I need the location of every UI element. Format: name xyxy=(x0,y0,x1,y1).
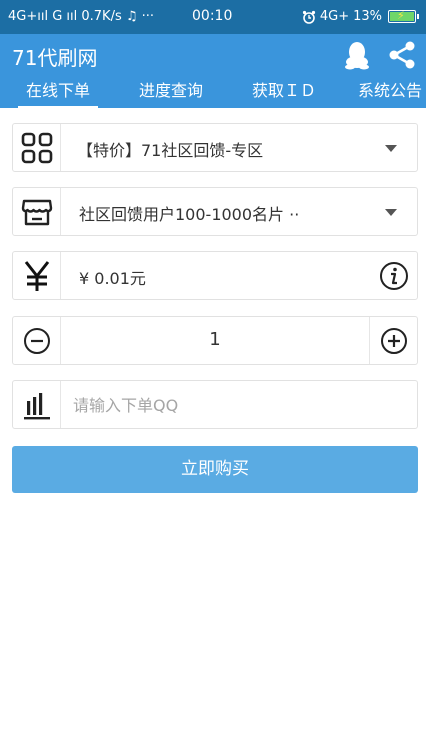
tab-order-online[interactable]: 在线下单 xyxy=(17,77,99,109)
yen-icon xyxy=(13,252,61,299)
quantity-value[interactable]: 1 xyxy=(61,329,369,350)
qq-field xyxy=(12,380,418,429)
share-icon[interactable] xyxy=(388,40,416,70)
qq-penguin-icon[interactable] xyxy=(344,40,370,70)
app-bar: 71代刷网 在线下单 进度查询 获取ＩＤ 系统公告 xyxy=(0,34,426,109)
battery-icon: ⚡ xyxy=(388,9,419,23)
app-title: 71代刷网 xyxy=(12,46,98,70)
battery-percent: 13% xyxy=(353,9,382,24)
status-right-indicators: 4G+ 13% ⚡ xyxy=(302,9,419,24)
product-select[interactable]: 社区回馈用户100-1000名片 ·· xyxy=(12,187,418,236)
quantity-stepper: 1 xyxy=(12,316,418,365)
increase-button[interactable] xyxy=(369,317,417,364)
store-icon xyxy=(13,188,61,235)
minus-circle-icon xyxy=(23,327,50,354)
qq-input[interactable] xyxy=(73,389,403,421)
tab-get-id[interactable]: 获取ＩＤ xyxy=(252,77,316,101)
info-icon[interactable] xyxy=(379,261,409,291)
bar-chart-icon xyxy=(13,381,61,428)
price-field: ¥ 0.01元 xyxy=(12,251,418,300)
buy-now-button[interactable]: 立即购买 xyxy=(12,446,418,493)
tab-system-notice[interactable]: 系统公告 xyxy=(358,77,422,101)
status-bar: 4G+ııl G ııl 0.7K/s ♫ ··· 00:10 4G+ 13% … xyxy=(0,0,426,34)
tab-bar: 在线下单 进度查询 获取ＩＤ 系统公告 xyxy=(0,72,426,109)
chevron-down-icon xyxy=(385,145,397,152)
status-time: 00:10 xyxy=(192,8,233,24)
category-select[interactable]: 【特价】71社区回馈-专区 xyxy=(12,123,418,172)
tab-progress-query[interactable]: 进度查询 xyxy=(139,77,203,101)
plus-circle-icon xyxy=(380,327,407,354)
category-value: 【特价】71社区回馈-专区 xyxy=(77,141,264,160)
alarm-icon xyxy=(302,10,315,24)
chevron-down-icon xyxy=(385,209,397,216)
status-left-indicators: 4G+ııl G ııl 0.7K/s ♫ ··· xyxy=(8,9,155,24)
grid-icon xyxy=(13,124,61,171)
decrease-button[interactable] xyxy=(13,317,61,364)
price-value: ¥ 0.01元 xyxy=(79,269,146,288)
network-type: 4G+ xyxy=(319,9,350,24)
product-value: 社区回馈用户100-1000名片 ·· xyxy=(79,205,300,224)
